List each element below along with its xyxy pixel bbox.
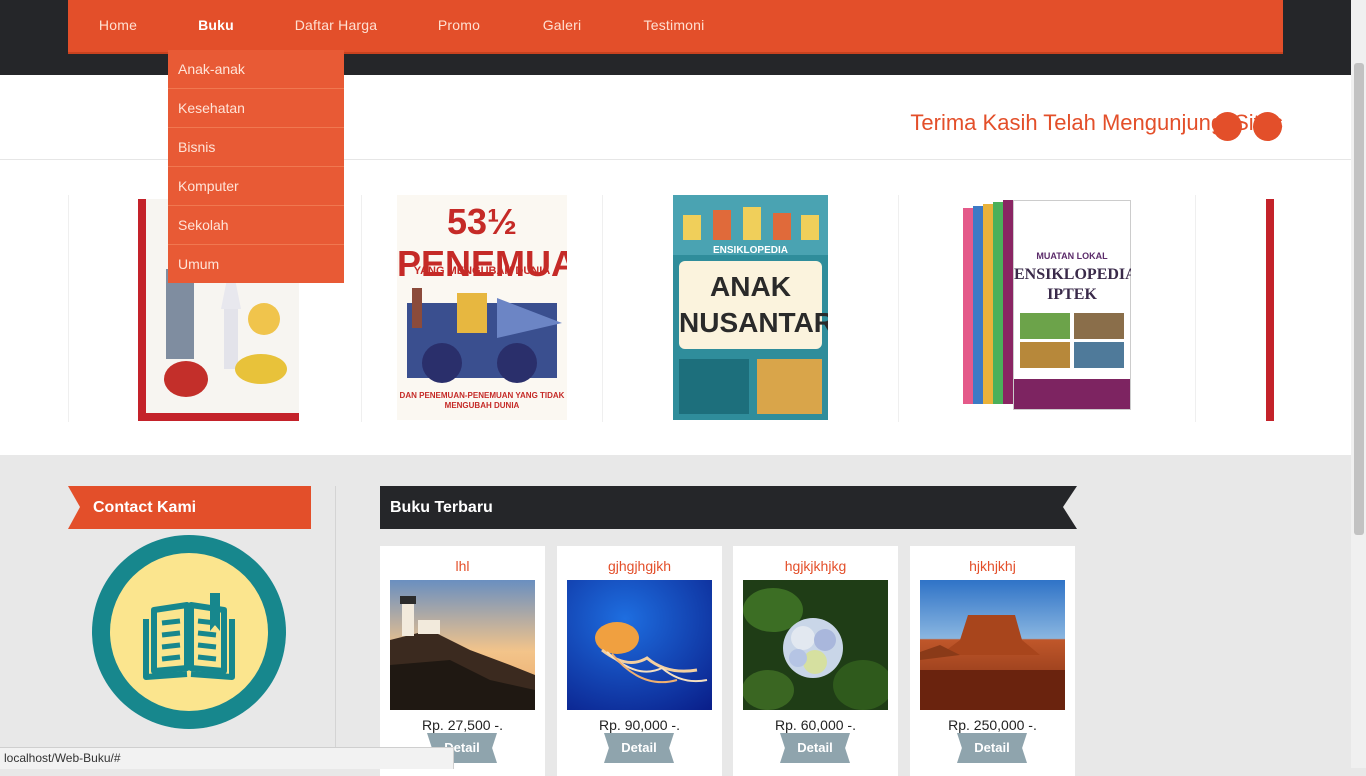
book-card: hjkhjkhj Rp. 250,000 -. Detail bbox=[910, 546, 1075, 776]
cover-title: ENSIKLOPEDIA IPTEK bbox=[1014, 266, 1131, 303]
book-card: lhl Rp. 27,500 -. Detail bbox=[380, 546, 545, 776]
heading-notch bbox=[68, 486, 80, 529]
main-navbar: Home Buku Daftar Harga Promo Galeri Test… bbox=[68, 0, 1283, 54]
slider-dot[interactable] bbox=[1253, 112, 1282, 141]
desert-photo bbox=[920, 580, 1065, 710]
book-title[interactable]: hjkhjkhj bbox=[910, 558, 1075, 574]
dropdown-item-sekolah[interactable]: Sekolah bbox=[168, 206, 344, 245]
open-book-icon bbox=[143, 593, 235, 680]
book-thumbnail[interactable] bbox=[567, 580, 712, 710]
dropdown-item-bisnis[interactable]: Bisnis bbox=[168, 128, 344, 167]
nav-testimoni[interactable]: Testimoni bbox=[638, 0, 710, 50]
scrollbar-thumb[interactable] bbox=[1354, 63, 1364, 535]
detail-button[interactable]: Detail bbox=[604, 733, 674, 763]
slide-divider bbox=[68, 195, 69, 422]
nav-galeri[interactable]: Galeri bbox=[532, 0, 592, 50]
book-card: gjhgjhgjkh Rp. 90,000 -. Detail bbox=[557, 546, 722, 776]
hydrangea-photo bbox=[743, 580, 888, 710]
slide-divider bbox=[602, 195, 603, 422]
dropdown-item-umum[interactable]: Umum bbox=[168, 245, 344, 283]
dropdown-item-kesehatan[interactable]: Kesehatan bbox=[168, 89, 344, 128]
book-front: MUATAN LOKAL ENSIKLOPEDIA IPTEK bbox=[1013, 200, 1131, 410]
slide-divider bbox=[898, 195, 899, 422]
cover-subtitle: YANG MENGUBAH DUNIA bbox=[413, 265, 551, 277]
slide-divider bbox=[1195, 195, 1196, 422]
detail-button[interactable]: Detail bbox=[780, 733, 850, 763]
nav-daftar-harga[interactable]: Daftar Harga bbox=[290, 0, 382, 50]
book-price: Rp. 27,500 -. bbox=[422, 717, 503, 733]
vertical-scrollbar[interactable] bbox=[1351, 0, 1366, 768]
cover-illustration bbox=[1020, 313, 1124, 368]
contact-heading: Contact Kami bbox=[68, 486, 311, 529]
book-title[interactable]: hgjkjkhjkg bbox=[733, 558, 898, 574]
book-price: Rp. 60,000 -. bbox=[775, 717, 856, 733]
dropdown-item-komputer[interactable]: Komputer bbox=[168, 167, 344, 206]
book-cover-image[interactable] bbox=[1266, 199, 1291, 421]
detail-button[interactable]: Detail bbox=[957, 733, 1027, 763]
cover-subtitle: MUATAN LOKAL bbox=[1036, 251, 1108, 261]
cover-band bbox=[1014, 379, 1130, 409]
book-cover-image[interactable]: ENSIKLOPEDIA ANAK NUSANTARA bbox=[673, 195, 828, 420]
cover-illustration bbox=[407, 288, 562, 383]
status-bar-url: localhost/Web-Buku/# bbox=[0, 747, 454, 769]
nav-home[interactable]: Home bbox=[88, 0, 148, 50]
buku-dropdown-menu: Anak-anak Kesehatan Bisnis Komputer Seko… bbox=[168, 50, 344, 283]
latest-books-heading: Buku Terbaru bbox=[380, 486, 1077, 529]
lighthouse-photo bbox=[390, 580, 535, 710]
nav-promo[interactable]: Promo bbox=[429, 0, 489, 50]
book-price: Rp. 250,000 -. bbox=[948, 717, 1037, 733]
slide-divider bbox=[361, 195, 362, 422]
book-thumbnail[interactable] bbox=[390, 580, 535, 710]
book-thumbnail[interactable] bbox=[743, 580, 888, 710]
slider-dot[interactable] bbox=[1213, 112, 1242, 141]
cover-footer: DAN PENEMUAN-PENEMUAN YANG TIDAK MENGUBA… bbox=[399, 391, 565, 410]
book-title[interactable]: lhl bbox=[380, 558, 545, 574]
book-title[interactable]: gjhgjhgjkh bbox=[557, 558, 722, 574]
logo-inner bbox=[110, 553, 268, 711]
heading-notch bbox=[1063, 486, 1077, 529]
book-cover-image[interactable]: 53½ PENEMUAN YANG MENGUBAH DUNIA DAN PEN… bbox=[397, 195, 567, 420]
jellyfish-photo bbox=[567, 580, 712, 710]
cover-subtitle: ENSIKLOPEDIA bbox=[712, 245, 788, 256]
cover-title: ANAK NUSANTARA bbox=[679, 261, 828, 349]
column-divider bbox=[335, 486, 336, 768]
book-price: Rp. 90,000 -. bbox=[599, 717, 680, 733]
dropdown-item-anak-anak[interactable]: Anak-anak bbox=[168, 50, 344, 89]
book-card: hgjkjkhjkg Rp. 60,000 -. Detail bbox=[733, 546, 898, 776]
book-logo-icon bbox=[92, 535, 286, 729]
nav-buku[interactable]: Buku bbox=[186, 0, 246, 50]
book-thumbnail[interactable] bbox=[920, 580, 1065, 710]
book-cover-image[interactable]: MUATAN LOKAL ENSIKLOPEDIA IPTEK bbox=[963, 200, 1131, 412]
cover-illustration bbox=[679, 359, 822, 414]
